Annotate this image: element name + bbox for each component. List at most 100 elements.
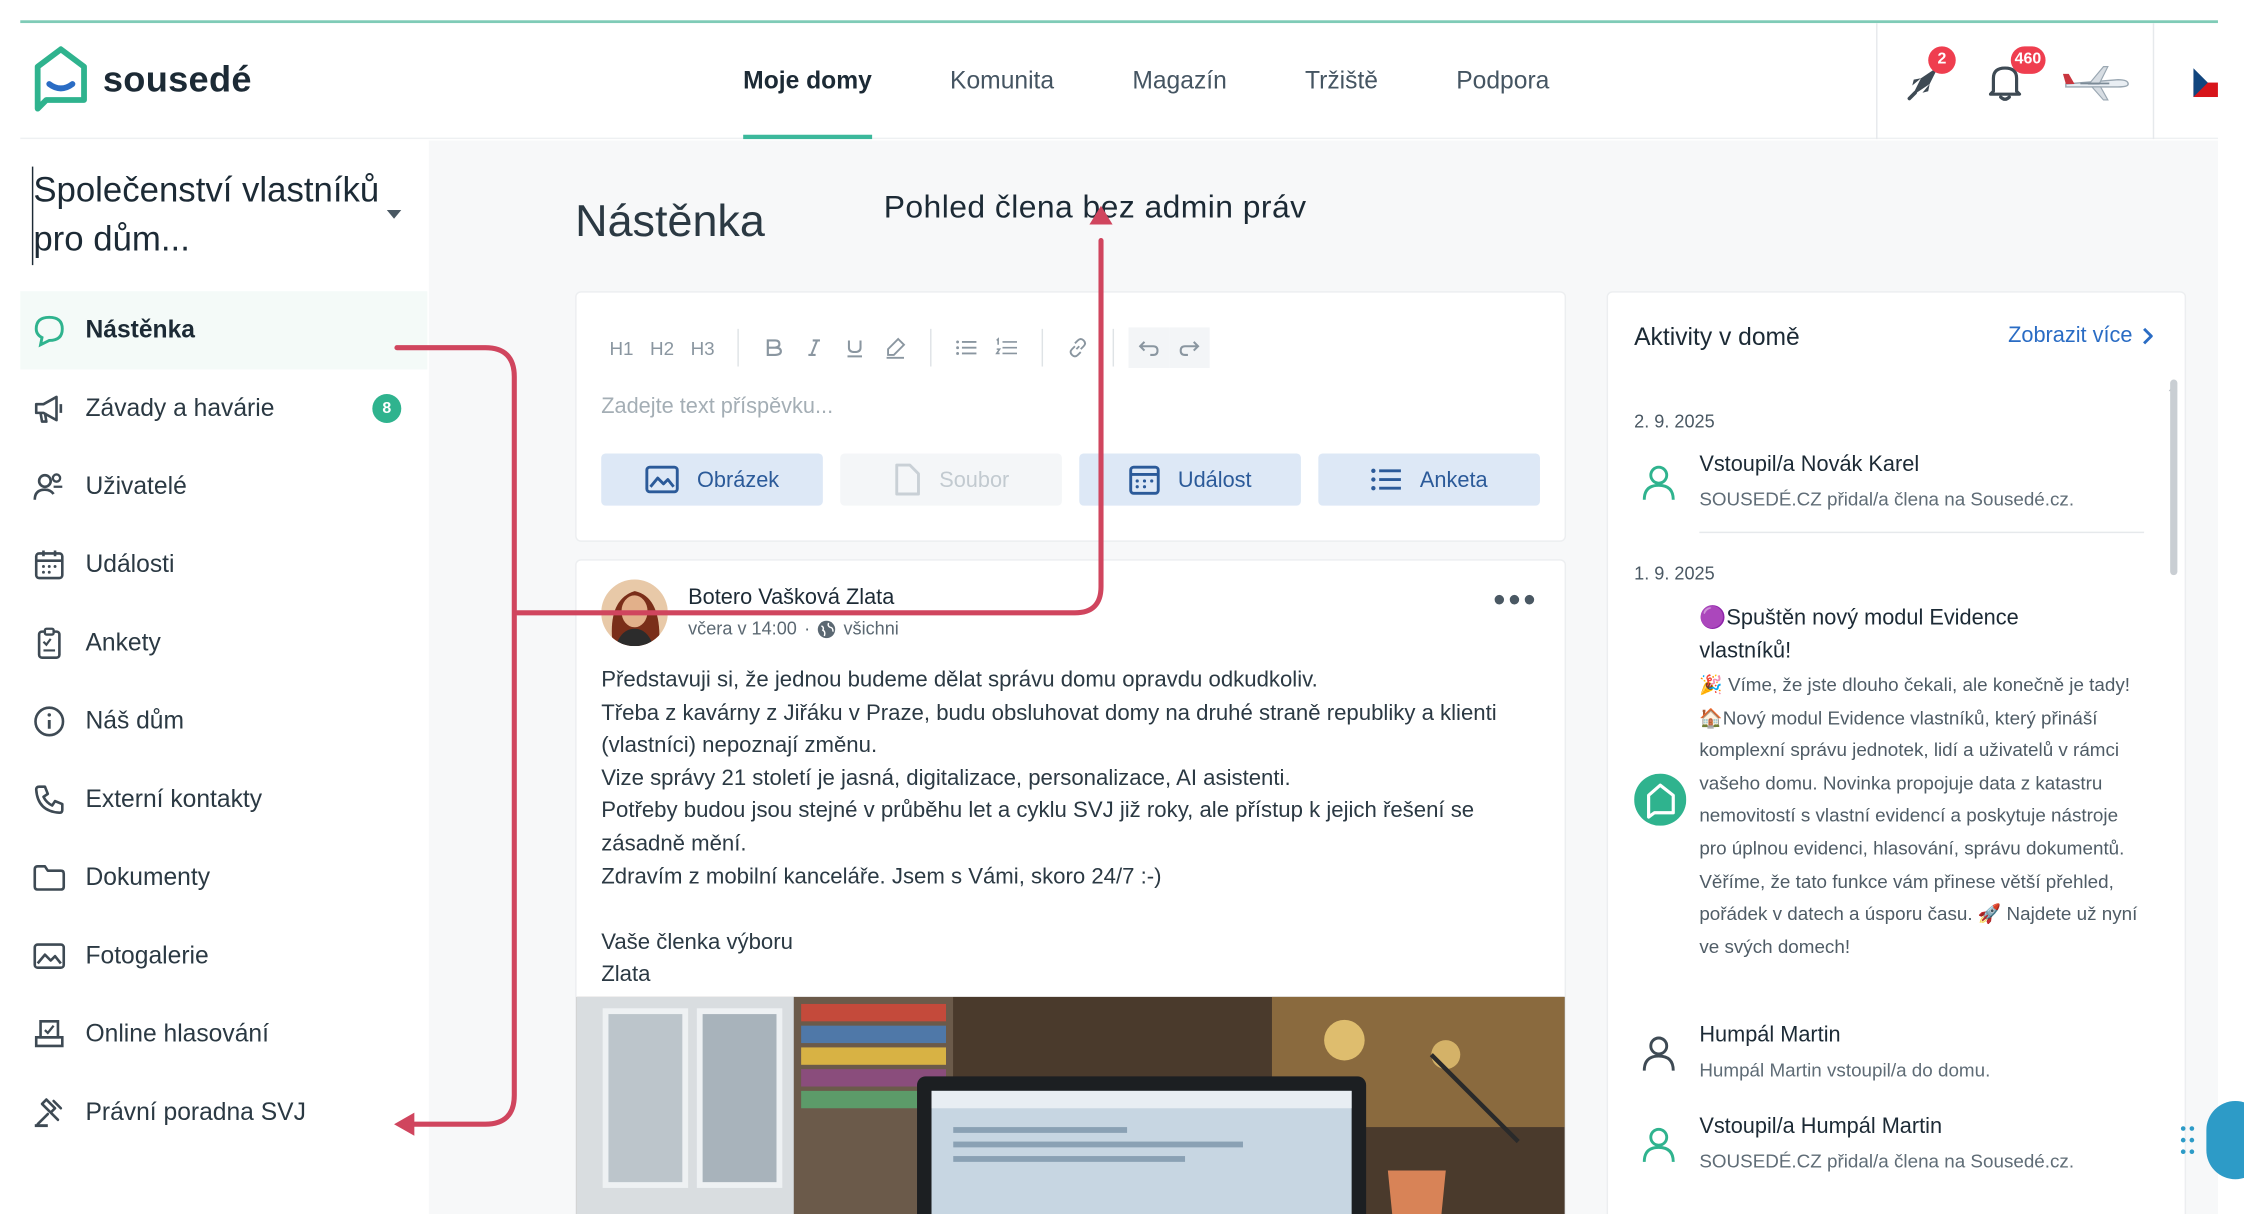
sidebar-item-label: Fotogalerie [85, 941, 209, 970]
italic-button[interactable] [794, 327, 835, 368]
nav-podpora[interactable]: Podpora [1456, 23, 1549, 139]
bold-icon [766, 339, 782, 357]
nav-komunita[interactable]: Komunita [950, 23, 1054, 139]
author-avatar[interactable] [601, 579, 668, 647]
numbered-list-button[interactable] [987, 327, 1028, 368]
activity-head: Vstoupil/a Novák Karel [1699, 451, 1920, 477]
sidebar-item-label: Právní poradna SVJ [85, 1098, 306, 1126]
post-photo[interactable] [576, 996, 1565, 1214]
folder-icon [32, 861, 67, 896]
brand-name: sousedé [102, 58, 252, 100]
post-card: Botero Vašková Zlata včera v 14:00 · vši… [575, 559, 1567, 1214]
user-avatar[interactable] [2060, 55, 2132, 107]
highlight-button[interactable] [875, 327, 916, 368]
post-author[interactable]: Botero Vašková Zlata [688, 585, 894, 610]
drag-handle-icon[interactable] [2179, 1124, 2196, 1156]
activity-item[interactable]: Vstoupil/a Humpál Martin SOUSEDÉ.CZ přid… [1634, 1114, 2144, 1186]
show-more-link[interactable]: Zobrazit více [2008, 323, 2153, 348]
sidebar-item-dokumenty[interactable]: Dokumenty [20, 839, 427, 917]
heading-3-button[interactable]: H3 [682, 327, 723, 368]
activity-announcement-title[interactable]: 🟣Spuštěn nový modul Evidence vlastníků! [1699, 603, 2105, 668]
megaphone-icon [32, 391, 67, 426]
link-button[interactable] [1058, 327, 1099, 368]
post-meta: včera v 14:00 · všichni [688, 619, 899, 639]
sidebar-item-nastenka[interactable]: Nástěnka [20, 291, 428, 370]
post-line: Vaše členka výboru [601, 929, 793, 955]
post-text-input[interactable] [601, 394, 1529, 419]
underline-icon [847, 340, 862, 358]
underline-button[interactable] [834, 327, 875, 368]
activity-scrollbar[interactable] [2170, 379, 2178, 576]
undo-icon [1138, 341, 1159, 356]
activity-date: 1. 9. 2025 [1634, 563, 1715, 584]
caret-down-icon[interactable] [386, 210, 402, 219]
bullet-list-icon [956, 340, 977, 355]
notifications-button[interactable]: 460 [1979, 46, 2046, 107]
author-photo-icon [601, 579, 668, 647]
add-image-label: Obrázek [697, 467, 780, 492]
list-icon [1371, 468, 1402, 491]
activity-title: Aktivity v domě [1634, 323, 1800, 351]
more-options-button[interactable]: ••• [1493, 583, 1538, 618]
sidebar-item-label: Ankety [85, 628, 161, 657]
rocket-button[interactable]: 2 [1901, 46, 1956, 107]
chat-widget-button[interactable] [2206, 1101, 2244, 1180]
community-selector[interactable]: Společenství vlastníků pro dům... [31, 166, 380, 266]
calendar-icon [32, 548, 67, 583]
post-line: Třeba z kavárny z Jiřáku v Praze, budu o… [601, 700, 1497, 758]
redo-button[interactable] [1169, 327, 1210, 368]
sidebar: Společenství vlastníků pro dům... Nástěn… [20, 140, 428, 1214]
nav-moje-domy[interactable]: Moje domy [743, 23, 872, 140]
activity-item[interactable]: Humpál Martin Humpál Martin vstoupil/a d… [1634, 1023, 2144, 1095]
sidebar-item-label: Nástěnka [85, 315, 196, 344]
clipboard-icon [32, 626, 67, 661]
chevron-right-icon [2143, 327, 2153, 344]
image-icon [645, 465, 679, 494]
add-image-button[interactable]: Obrázek [601, 453, 823, 506]
sidebar-item-online-hlasovani[interactable]: Online hlasování [20, 995, 427, 1073]
sidebar-item-label: Dokumenty [85, 863, 211, 891]
activity-item[interactable]: Vstoupil/a Novák Karel SOUSEDÉ.CZ přidal… [1634, 452, 2144, 524]
add-file-label: Soubor [939, 467, 1010, 492]
user-added-icon [1634, 458, 1683, 507]
calendar-icon [1129, 465, 1160, 495]
nav-trziste[interactable]: Tržiště [1305, 23, 1378, 139]
bullet-list-button[interactable] [946, 327, 987, 368]
activity-sub: SOUSEDÉ.CZ přidal/a člena na Sousedé.cz. [1699, 488, 2075, 510]
post-line: Zlata [601, 962, 651, 988]
header-actions: 2 460 [1876, 23, 2218, 140]
heading-2-button[interactable]: H2 [642, 327, 683, 368]
sidebar-item-pravni-poradna[interactable]: Právní poradna SVJ [20, 1073, 427, 1151]
sidebar-item-zavady[interactable]: Závady a havárie 8 [20, 369, 427, 447]
count-badge: 8 [372, 394, 402, 424]
sidebar-item-ankety[interactable]: Ankety [20, 604, 427, 682]
activity-sub: SOUSEDÉ.CZ přidal/a člena na Sousedé.cz. [1699, 1150, 2075, 1172]
heading-1-button[interactable]: H1 [601, 327, 642, 368]
sidebar-item-externi-kontakty[interactable]: Externí kontakty [20, 761, 427, 839]
add-file-button[interactable]: Soubor [840, 453, 1062, 506]
phone-icon [32, 782, 67, 817]
sidebar-item-uzivatele[interactable]: Uživatelé [20, 448, 427, 526]
post-line: Představuji si, že jednou budeme dělat s… [601, 667, 1318, 693]
activity-announcement-body: 🎉 Víme, že jste dlouho čekali, ale koneč… [1699, 673, 2138, 958]
undo-button[interactable] [1128, 327, 1170, 368]
activity-head: Humpál Martin [1699, 1022, 1841, 1048]
sidebar-item-fotogalerie[interactable]: Fotogalerie [20, 917, 427, 995]
sidebar-item-label: Náš dům [85, 706, 185, 735]
brand-logo[interactable]: sousedé [32, 45, 252, 115]
chat-bubble-icon [32, 313, 67, 348]
sidebar-item-udalosti[interactable]: Události [20, 526, 427, 604]
user-icon [1634, 1029, 1683, 1078]
add-poll-button[interactable]: Anketa [1318, 453, 1540, 506]
activity-panel: Aktivity v domě Zobrazit více 2. 9. 2025… [1606, 291, 2187, 1214]
bold-button[interactable] [753, 327, 794, 368]
nav-magazin[interactable]: Magazín [1132, 23, 1226, 139]
info-icon [32, 704, 67, 739]
add-event-button[interactable]: Událost [1079, 453, 1301, 506]
sidebar-item-nas-dum[interactable]: Náš dům [20, 682, 427, 760]
highlighter-icon [886, 337, 906, 359]
sousede-logo-icon [1634, 773, 1687, 826]
bell-badge: 460 [2010, 46, 2046, 74]
language-flag-icon[interactable] [2193, 68, 2218, 98]
show-more-label: Zobrazit více [2008, 323, 2133, 348]
